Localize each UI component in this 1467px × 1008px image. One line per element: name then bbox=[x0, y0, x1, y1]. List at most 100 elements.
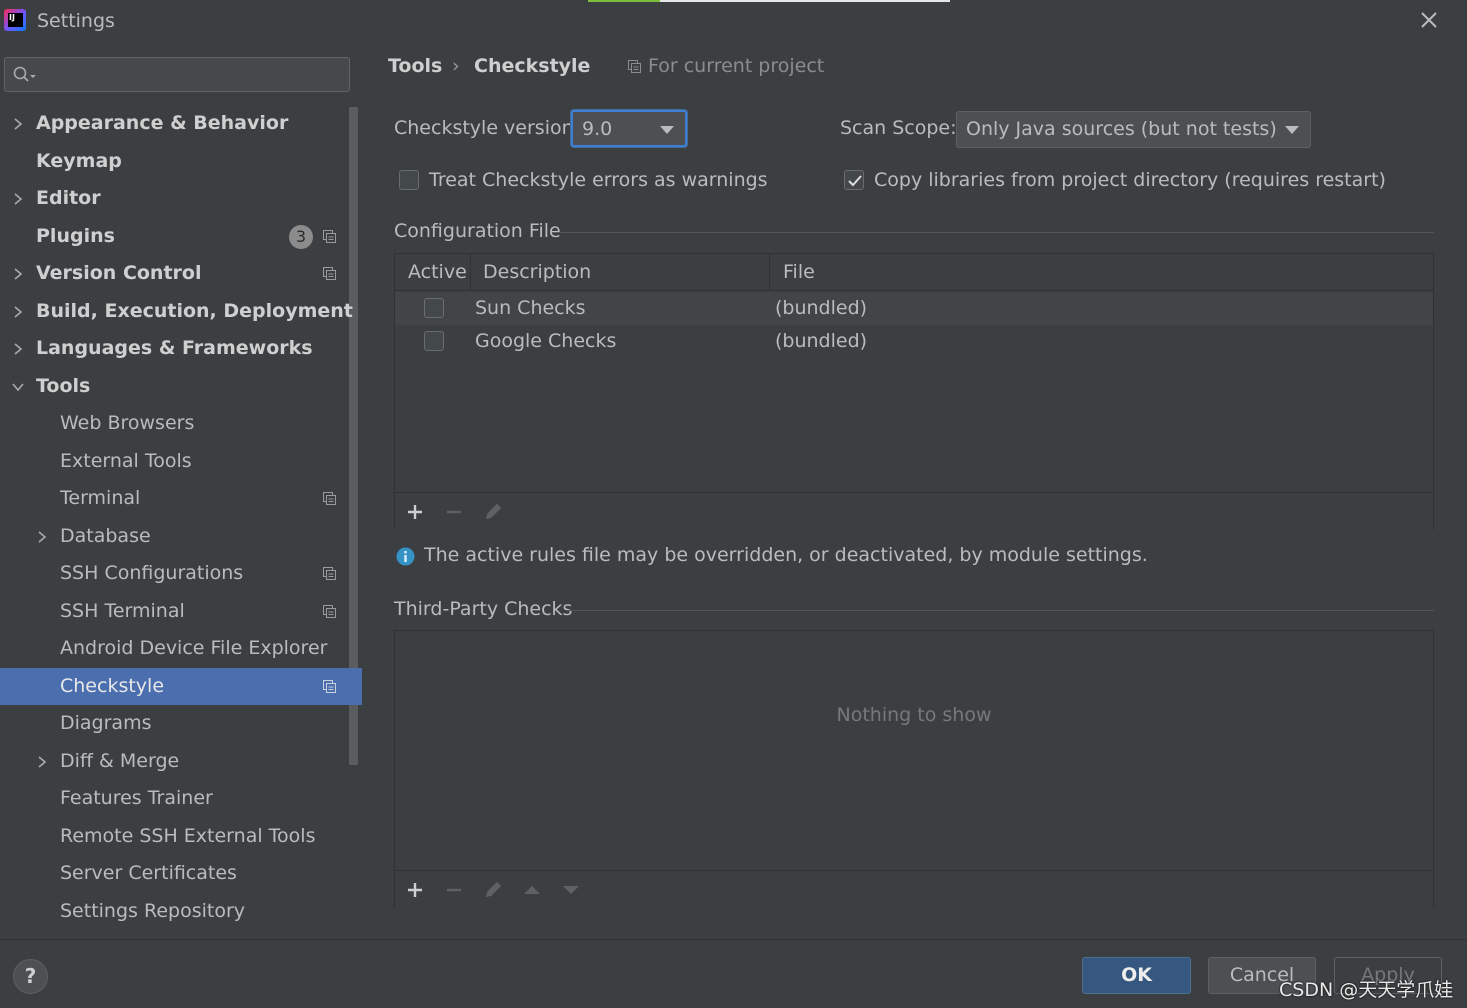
sidebar-item-web-browsers[interactable]: Web Browsers bbox=[0, 405, 362, 443]
breadcrumb-parent[interactable]: Tools bbox=[388, 55, 442, 77]
sidebar-item-label: Server Certificates bbox=[60, 862, 237, 884]
progress-strip bbox=[588, 0, 950, 2]
remove-icon[interactable] bbox=[444, 502, 464, 522]
column-header-file[interactable]: File bbox=[783, 261, 815, 283]
move-up-icon[interactable] bbox=[522, 880, 542, 900]
project-scope-icon bbox=[323, 567, 336, 580]
row-description: Google Checks bbox=[475, 330, 617, 352]
help-button[interactable]: ? bbox=[13, 959, 48, 994]
checkstyle-version-dropdown[interactable]: 9.0 bbox=[571, 110, 687, 147]
configuration-file-title: Configuration File bbox=[394, 220, 561, 242]
add-icon[interactable] bbox=[405, 502, 425, 522]
window-title: Settings bbox=[37, 10, 115, 32]
active-checkbox[interactable] bbox=[424, 298, 444, 318]
configuration-table-toolbar bbox=[395, 492, 1433, 530]
sidebar-item-external-tools[interactable]: External Tools bbox=[0, 443, 362, 481]
move-down-icon[interactable] bbox=[561, 880, 581, 900]
sidebar-item-ssh-terminal[interactable]: SSH Terminal bbox=[0, 593, 362, 631]
add-icon[interactable] bbox=[405, 880, 425, 900]
breadcrumb-current: Checkstyle bbox=[474, 55, 591, 77]
sidebar-item-languages-frameworks[interactable]: Languages & Frameworks bbox=[0, 330, 362, 368]
chevron-right-icon[interactable] bbox=[36, 530, 48, 544]
sidebar-item-label: Languages & Frameworks bbox=[36, 337, 313, 359]
sidebar-item-diff-merge[interactable]: Diff & Merge bbox=[0, 743, 362, 781]
chevron-right-icon[interactable] bbox=[36, 755, 48, 769]
chevron-right-icon[interactable] bbox=[12, 192, 24, 206]
third-party-checks-list: Nothing to show bbox=[394, 630, 1434, 908]
sidebar-item-remote-ssh-external-tools[interactable]: Remote SSH External Tools bbox=[0, 818, 362, 856]
sidebar-item-label: Checkstyle bbox=[60, 674, 165, 697]
treat-errors-checkbox[interactable] bbox=[399, 170, 419, 190]
configuration-file-table: Active Description File Sun Checks (bund… bbox=[394, 253, 1434, 530]
sidebar-item-checkstyle[interactable]: Checkstyle bbox=[0, 667, 362, 705]
section-divider bbox=[566, 610, 1434, 611]
sidebar-item-diagrams[interactable]: Diagrams bbox=[0, 705, 362, 743]
sidebar-item-appearance-behavior[interactable]: Appearance & Behavior bbox=[0, 105, 362, 143]
active-checkbox[interactable] bbox=[424, 331, 444, 351]
sidebar-item-version-control[interactable]: Version Control bbox=[0, 255, 362, 293]
search-input[interactable] bbox=[45, 62, 340, 87]
table-row[interactable]: Sun Checks (bundled) bbox=[395, 292, 1433, 325]
sidebar-item-keymap[interactable]: Keymap bbox=[0, 143, 362, 181]
sidebar-item-android-device-file-explorer[interactable]: Android Device File Explorer bbox=[0, 630, 362, 668]
dialog-footer: ? OK Cancel Apply bbox=[0, 939, 1467, 1008]
column-divider[interactable] bbox=[470, 254, 471, 291]
checkstyle-version-label: Checkstyle version: bbox=[394, 117, 581, 139]
sidebar-item-database[interactable]: Database bbox=[0, 518, 362, 556]
sidebar-item-label: Settings Repository bbox=[60, 899, 245, 922]
section-divider bbox=[558, 232, 1434, 233]
chevron-right-icon[interactable] bbox=[12, 267, 24, 281]
search-icon bbox=[13, 66, 36, 82]
column-header-description[interactable]: Description bbox=[483, 261, 591, 283]
column-divider[interactable] bbox=[769, 254, 770, 291]
chevron-down-icon[interactable] bbox=[12, 380, 24, 394]
sidebar-item-label: Editor bbox=[36, 187, 101, 209]
project-scope-icon bbox=[323, 679, 336, 693]
sidebar-item-label: External Tools bbox=[60, 449, 192, 472]
sidebar-item-label: Android Device File Explorer bbox=[60, 637, 328, 659]
scan-scope-value: Only Java sources (but not tests) bbox=[966, 118, 1277, 140]
sidebar-item-server-certificates[interactable]: Server Certificates bbox=[0, 855, 362, 893]
table-header: Active Description File bbox=[395, 254, 1433, 291]
close-icon[interactable] bbox=[1418, 9, 1440, 31]
sidebar-item-label: Build, Execution, Deployment bbox=[36, 299, 353, 322]
project-scope-icon bbox=[323, 229, 336, 243]
search-field[interactable] bbox=[4, 57, 350, 92]
sidebar-item-build-execution-deployment[interactable]: Build, Execution, Deployment bbox=[0, 293, 362, 331]
sidebar-item-label: Diff & Merge bbox=[60, 749, 180, 772]
scan-scope-dropdown[interactable]: Only Java sources (but not tests) bbox=[956, 111, 1311, 148]
breadcrumb-separator: › bbox=[452, 55, 460, 77]
sidebar-item-editor[interactable]: Editor bbox=[0, 180, 362, 218]
third-party-checks-title: Third-Party Checks bbox=[394, 598, 573, 620]
sidebar-item-label: Appearance & Behavior bbox=[36, 112, 289, 134]
chevron-right-icon[interactable] bbox=[12, 117, 24, 131]
sidebar-item-label: Tools bbox=[36, 374, 91, 397]
sidebar-item-label: Remote SSH External Tools bbox=[60, 824, 316, 847]
checkmark-icon bbox=[848, 175, 862, 187]
sidebar-item-terminal[interactable]: Terminal bbox=[0, 480, 362, 518]
scan-scope-label: Scan Scope: bbox=[840, 117, 957, 139]
chevron-right-icon[interactable] bbox=[12, 305, 24, 319]
edit-icon[interactable] bbox=[483, 880, 503, 900]
copy-libraries-checkbox[interactable] bbox=[844, 170, 864, 190]
settings-sidebar: Appearance & Behavior Keymap Editor Plug… bbox=[0, 42, 362, 939]
sidebar-item-features-trainer[interactable]: Features Trainer bbox=[0, 780, 362, 818]
ok-button[interactable]: OK bbox=[1082, 957, 1191, 994]
edit-icon[interactable] bbox=[483, 502, 503, 522]
scope-note-text: For current project bbox=[648, 55, 825, 77]
chevron-right-icon[interactable] bbox=[12, 342, 24, 356]
empty-state-text: Nothing to show bbox=[836, 704, 992, 726]
table-row[interactable]: Google Checks (bundled) bbox=[395, 325, 1433, 358]
sidebar-item-settings-repository[interactable]: Settings Repository bbox=[0, 893, 362, 931]
sidebar-item-label: Terminal bbox=[60, 487, 141, 509]
row-description: Sun Checks bbox=[475, 297, 586, 319]
remove-icon[interactable] bbox=[444, 880, 464, 900]
sidebar-item-plugins[interactable]: Plugins 3 bbox=[0, 218, 362, 256]
sidebar-item-ssh-configurations[interactable]: SSH Configurations bbox=[0, 555, 362, 593]
column-header-active[interactable]: Active bbox=[408, 261, 467, 283]
row-file: (bundled) bbox=[775, 297, 868, 319]
sidebar-item-tools[interactable]: Tools bbox=[0, 368, 362, 406]
dropdown-arrow-icon bbox=[1285, 126, 1299, 134]
plugins-count-badge: 3 bbox=[289, 224, 313, 249]
watermark: CSDN @天天学爪娃 bbox=[1279, 979, 1454, 1001]
